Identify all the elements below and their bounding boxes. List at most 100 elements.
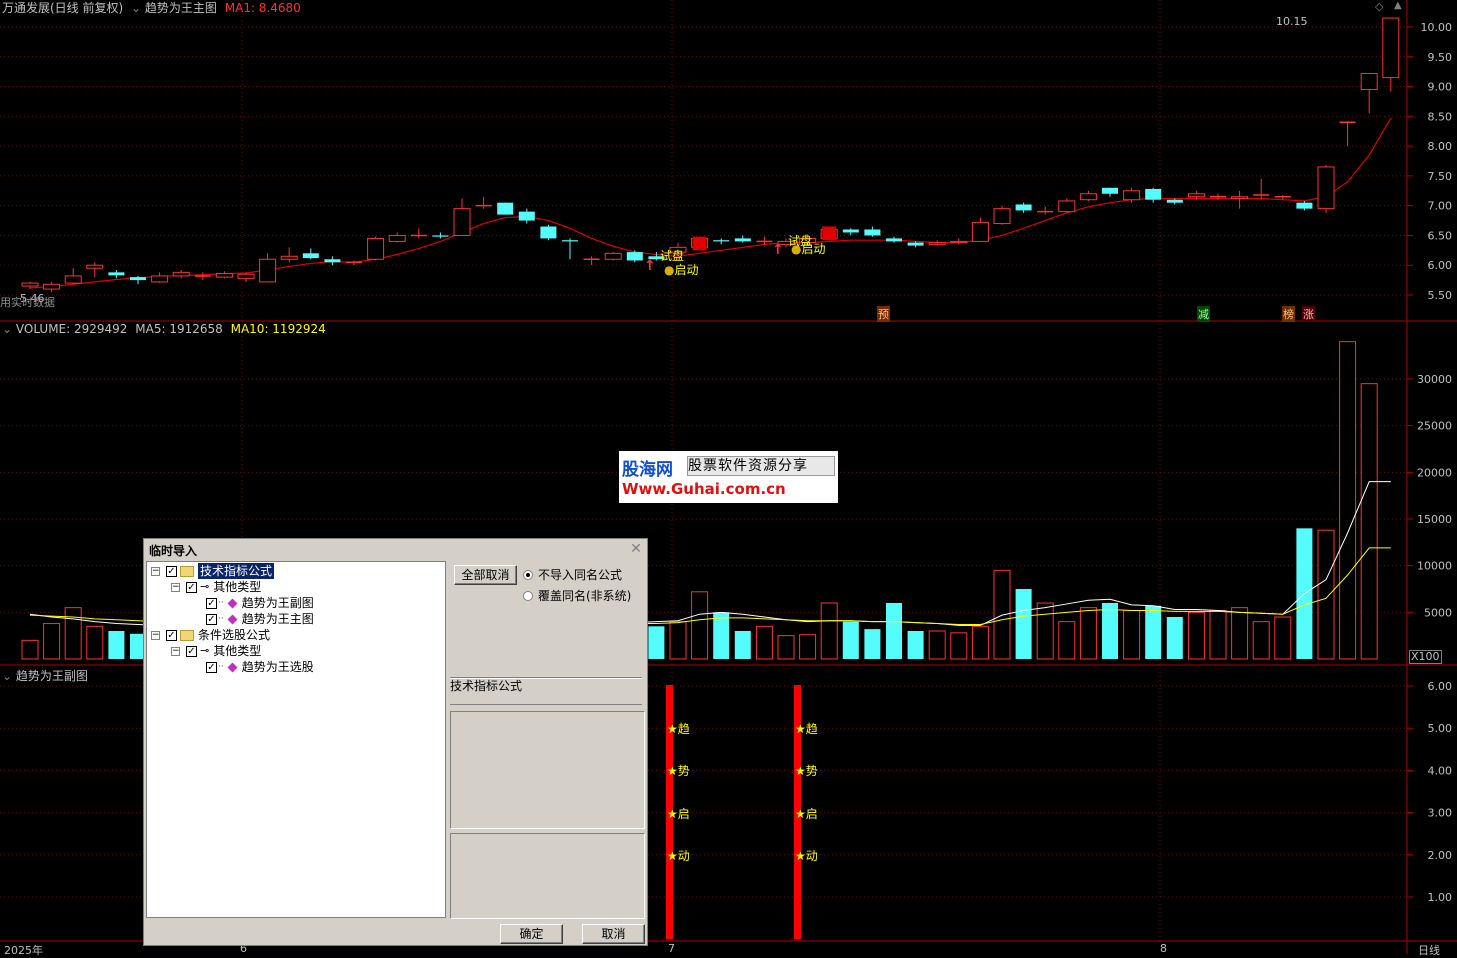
candle-body [907,242,924,246]
folder-icon [180,629,194,641]
ok-button[interactable]: 确定 [500,924,563,944]
dialog-title-bar[interactable]: 临时导入 ✕ [144,539,647,559]
cancel-button[interactable]: 取消 [582,924,645,944]
candle-body [259,258,277,283]
ma-polyline [29,117,1392,289]
price-tick-label: 8.50 [1428,110,1453,123]
realtime-notice: 用实时数据 [0,296,55,309]
tree-label-item-1: 趋势为王副图 [241,596,314,610]
candle-body [713,240,730,242]
volume-bar [1058,621,1076,660]
dropdown-icon[interactable]: ⌄ [2,322,12,336]
volume-bar [820,602,838,660]
candle-body [388,234,406,242]
collapse-icon[interactable]: − [151,566,160,576]
tree-node-select[interactable]: − ✓ 条件选股公式 [151,627,270,643]
volume-bar [1231,607,1249,660]
tree-node-item-1[interactable]: ✓ ·· 趋势为王副图 [206,595,314,611]
tree-node-other-1[interactable]: − ✓ ⊸ 其他类型 [171,579,261,595]
checkbox-item-3[interactable]: ✓ [206,661,217,673]
sub-tick-label: 5.00 [1428,722,1453,735]
volume-bar [734,631,751,659]
candle-body [497,202,514,215]
radio-skip-label: 不导入同名公式 [538,568,623,582]
candle-body [928,242,946,245]
tree-node-item-2[interactable]: ✓ ·· 趋势为王主图 [206,611,314,627]
volume-bar [648,626,665,659]
key-icon: ⊸ [200,580,210,593]
candle-body [1296,202,1313,209]
collapse-icon[interactable]: − [171,582,180,592]
volume-bar [691,591,709,660]
checkbox-select[interactable]: ✓ [166,629,177,641]
price-tick-label: 9.50 [1428,51,1453,64]
volume-bar [777,635,795,660]
candle-body [130,277,146,281]
dropdown-icon[interactable]: ⌄ [2,669,12,683]
detail-pane[interactable] [450,833,645,919]
volume-value: VOLUME: 2929492 [15,322,128,336]
sub-tick-label: 4.00 [1428,764,1453,777]
board-marker: 榜 [1282,306,1295,322]
watermark: 股海网 股票软件资源分享 Www.Guhai.com.cn [619,451,838,503]
formula-tree[interactable]: − ✓ 技术指标公式 − ✓ ⊸ 其他类型 ✓ ·· 趋势为王副图 ✓ ·· 趋… [146,561,446,918]
scroll-up-icon[interactable]: ▲ [1394,0,1402,11]
checkbox-item-1[interactable]: ✓ [206,597,217,609]
candle-body [864,229,881,236]
candle-body [21,282,39,287]
candle-body [1360,72,1378,91]
tree-label-other-2: 其他类型 [213,644,262,658]
volume-bar [1274,616,1292,660]
tree-node-tech[interactable]: − ✓ 技术指标公式 [151,563,275,579]
collapse-icon[interactable]: − [171,646,180,656]
close-icon[interactable]: ✕ [628,541,644,557]
volume-bar [669,621,687,660]
collapse-icon[interactable]: − [151,630,160,640]
tree-label-select: 条件选股公式 [198,628,271,642]
radio-overwrite[interactable]: 覆盖同名(非系统) [523,587,631,604]
sub-signal-char: ★启 [795,806,818,821]
candle-body [842,229,859,233]
volume-tick-label: 30000 [1417,373,1452,386]
checkbox-other-2[interactable]: ✓ [186,645,197,657]
volume-bar [1360,383,1378,660]
sub-header: ⌄ 趋势为王副图 [2,667,88,684]
candle-body [950,240,968,244]
price-tick-label: 6.50 [1428,229,1453,242]
diamond-icon[interactable]: ◇ [1375,0,1383,13]
indicator-name[interactable]: 趋势为王主图 [145,1,217,15]
dialog-title: 临时导入 [149,544,198,558]
description-pane[interactable] [450,711,645,829]
checkbox-tech[interactable]: ✓ [166,565,177,577]
candle-body [237,273,255,279]
volume-tick-label: 10000 [1417,560,1452,573]
candle-body [734,238,751,242]
tree-node-other-2[interactable]: − ✓ ⊸ 其他类型 [171,643,261,659]
period-label[interactable]: 日线 [1418,942,1440,958]
candle-body [886,238,902,242]
candle-body [43,283,61,290]
candle-body [453,208,471,236]
checkbox-item-2[interactable]: ✓ [206,613,217,625]
radio-dot[interactable] [523,590,533,601]
deselect-all-button[interactable]: 全部取消 [454,565,517,585]
checkbox-other-1[interactable]: ✓ [186,581,197,593]
tree-label-item-3: 趋势为王选股 [241,660,314,674]
candle-body [1382,17,1400,79]
tree-node-item-3[interactable]: ✓ ·· 趋势为王选股 [206,659,314,675]
candle-body [367,237,385,260]
candle-body [562,240,578,242]
reduce-marker: 减 [1197,306,1210,322]
price-tick-label: 10.00 [1421,21,1453,34]
volume-bar [755,625,773,660]
radio-skip-same[interactable]: 不导入同名公式 [523,566,622,583]
radio-dot[interactable] [523,569,533,580]
volume-bar [64,607,82,660]
volume-tick-label: 20000 [1417,466,1452,479]
candle-body [1231,196,1249,200]
candle-body [540,226,557,239]
sub-title: 趋势为王副图 [15,669,88,683]
dropdown-icon[interactable]: ⌄ [131,1,141,15]
price-tick-label: 7.00 [1428,200,1453,213]
price-header: 万通发展(日线 前复权) ⌄ 趋势为王主图 MA1: 8.4680 [2,0,301,16]
